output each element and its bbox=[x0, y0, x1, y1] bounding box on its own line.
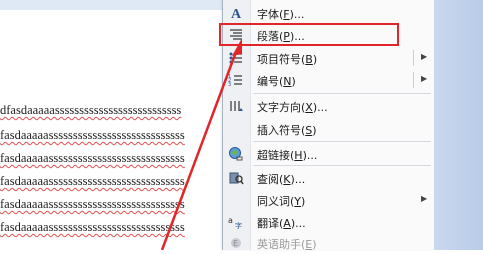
pointer-arrow-annotation bbox=[160, 38, 242, 250]
